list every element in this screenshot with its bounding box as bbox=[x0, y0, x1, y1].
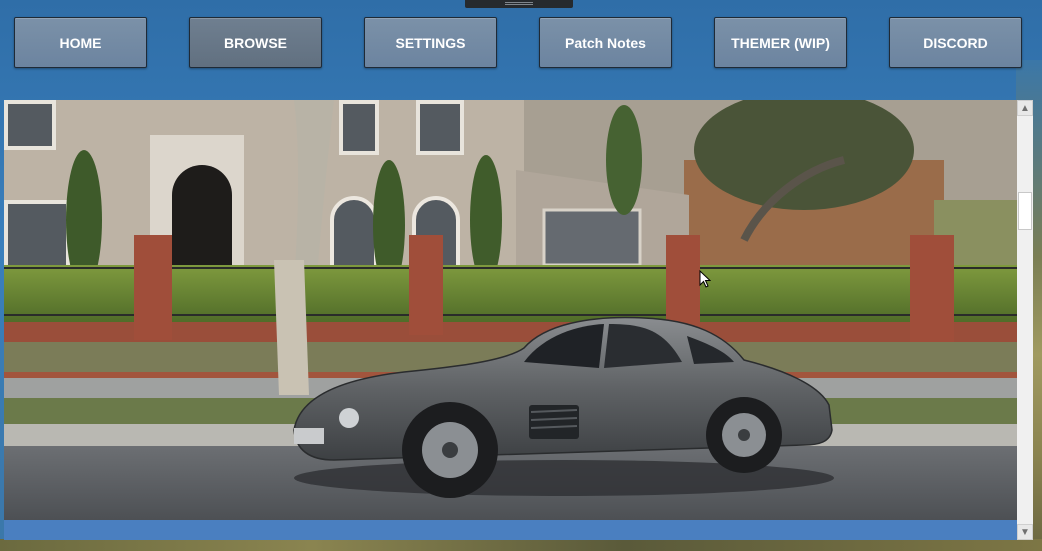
nav-home-button[interactable]: HOME bbox=[14, 17, 147, 68]
scroll-up-icon[interactable]: ▲ bbox=[1017, 100, 1033, 116]
mouse-cursor-icon bbox=[699, 270, 711, 288]
scroll-down-icon[interactable]: ▼ bbox=[1017, 524, 1033, 540]
footer-bar bbox=[4, 520, 1017, 540]
nav-browse-button[interactable]: BROWSE bbox=[189, 17, 322, 68]
scrollbar-thumb[interactable] bbox=[1018, 192, 1032, 230]
content-viewport[interactable] bbox=[4, 100, 1017, 540]
background-ground bbox=[0, 539, 1042, 551]
main-navigation: HOME BROWSE SETTINGS Patch Notes THEMER … bbox=[0, 0, 1042, 100]
scrollbar-track[interactable] bbox=[1017, 116, 1033, 524]
nav-themer-button[interactable]: THEMER (WIP) bbox=[714, 17, 847, 68]
nav-settings-button[interactable]: SETTINGS bbox=[364, 17, 497, 68]
vehicle-preview-image bbox=[4, 100, 1017, 520]
nav-patch-notes-button[interactable]: Patch Notes bbox=[539, 17, 672, 68]
nav-discord-button[interactable]: DISCORD bbox=[889, 17, 1022, 68]
vertical-scrollbar[interactable]: ▲ ▼ bbox=[1017, 100, 1033, 540]
